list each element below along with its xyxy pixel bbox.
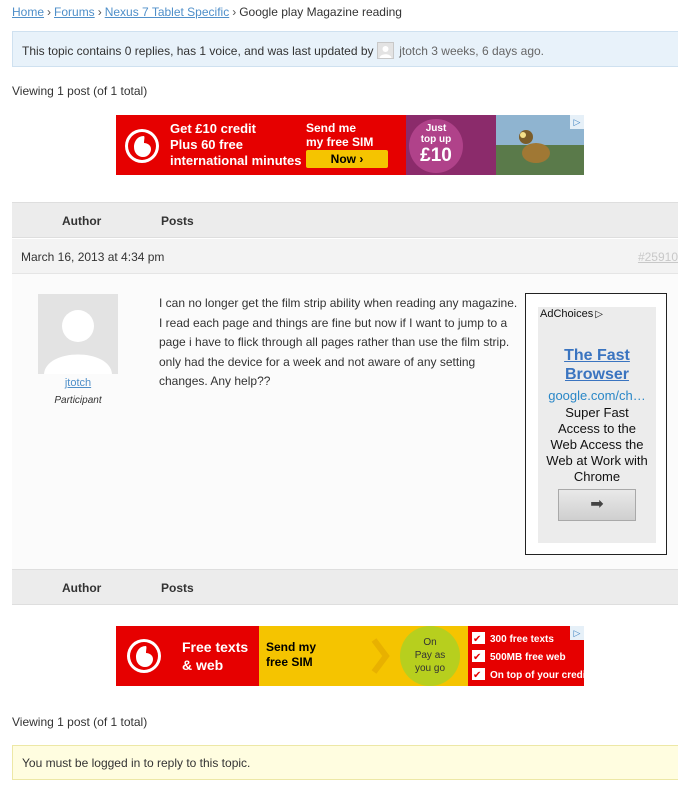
ad-banner-top[interactable]: Get £10 credit Plus 60 free internationa…	[116, 115, 584, 175]
side-ad-arrow-button[interactable]: ➡	[558, 489, 636, 521]
ad-bottom-bubble-line-1: On	[423, 637, 437, 648]
side-ad-text-line: Access to the	[557, 421, 637, 436]
breadcrumb-forum-link[interactable]: Nexus 7 Tablet Specific	[105, 5, 230, 19]
ad-bottom-headline-line-1: Free texts	[182, 639, 249, 655]
breadcrumb-separator: ›	[97, 5, 102, 19]
post-date: March 16, 2013 at 4:34 pm	[21, 250, 165, 264]
side-ad-title-line-2: Browser	[564, 366, 630, 383]
side-ad-title[interactable]: The Fast Browser	[538, 346, 656, 384]
post-content: I can no longer get the film strip abili…	[159, 296, 518, 388]
adchoices-text: AdChoices	[540, 308, 594, 320]
side-ad-text-line: Super Fast	[565, 405, 629, 420]
side-ad-text-line: Chrome	[573, 469, 621, 484]
ad-top-cta-line-2: my free SIM	[306, 135, 374, 149]
ad-choice-icon[interactable]: ▷	[570, 115, 584, 129]
login-required-notice: You must be logged in to reply to this t…	[12, 745, 678, 780]
breadcrumb: Home › Forums › Nexus 7 Tablet Specific › Goog…	[12, 5, 402, 19]
column-author: Author	[62, 581, 102, 595]
side-ad-url[interactable]: google.com/ch…	[543, 388, 651, 403]
breadcrumb-current: Google play Magazine reading	[239, 5, 402, 19]
breadcrumb-home-link[interactable]: Home	[12, 5, 44, 19]
viewing-count-top: Viewing 1 post (of 1 total)	[12, 84, 148, 98]
breadcrumb-separator: ›	[232, 5, 237, 19]
breadcrumb-forums-link[interactable]: Forums	[54, 5, 95, 19]
ad-top-offer-line-3: international minutes	[170, 153, 302, 168]
ad-bottom-cta-line-2: free SIM	[266, 655, 313, 669]
adchoices-icon: ▷	[595, 309, 603, 320]
author-name-link[interactable]: jtotch	[12, 377, 144, 389]
side-ad-title-line-1: The Fast	[564, 347, 630, 364]
post-permalink[interactable]: #25910	[638, 250, 678, 264]
column-posts: Posts	[161, 581, 194, 595]
ad-top-bubble-line-1: Just	[425, 123, 447, 134]
ad-top-offer-line-2: Plus 60 free	[170, 137, 243, 152]
check-icon: ✔	[473, 670, 482, 681]
ad-top-bubble-amount: £10	[420, 145, 452, 166]
ad-bottom-headline-line-2: & web	[182, 657, 224, 673]
ad-top-cta-line-1: Send me	[306, 121, 357, 135]
topic-info-text: This topic contains 0 replies, has 1 voi…	[22, 44, 374, 58]
ad-top-bubble-line-2: top up	[420, 134, 452, 145]
topic-last-updated: 3 weeks, 6 days ago.	[431, 44, 544, 58]
column-author: Author	[62, 214, 102, 228]
check-icon: ✔	[473, 652, 482, 663]
ad-top-offer-line-1: Get £10 credit	[170, 121, 256, 136]
topic-last-user[interactable]: jtotch	[399, 44, 428, 58]
post-header: March 16, 2013 at 4:34 pm #25910	[12, 239, 678, 274]
side-ad[interactable]: AdChoices ▷ The Fast Browser google.com/c…	[525, 293, 667, 555]
ad-bottom-cta-line-1: Send my	[266, 640, 317, 654]
ad-bottom-feature-3: On top of your credit	[490, 670, 584, 681]
ad-top-now-button[interactable]: Now ›	[306, 152, 388, 166]
side-ad-description: Super Fast Access to the Web Access the …	[538, 405, 656, 485]
topic-info-bar: This topic contains 0 replies, has 1 voi…	[12, 31, 678, 67]
post-body: jtotch Participant I can no longer get t…	[12, 274, 678, 569]
column-posts: Posts	[161, 214, 194, 228]
check-icon: ✔	[473, 634, 482, 645]
ad-bottom-bubble-line-2: Pay as	[414, 650, 446, 661]
author-role: Participant	[54, 395, 102, 406]
ad-bottom-bubble-line-3: you go	[414, 663, 446, 674]
ad-bottom-feature-2: 500MB free web	[490, 652, 566, 663]
author-avatar[interactable]	[38, 294, 118, 374]
arrow-right-icon: ➡	[590, 496, 604, 513]
breadcrumb-separator: ›	[47, 5, 52, 19]
side-ad-text-line: Web Access the	[550, 437, 644, 452]
forum-table-footer: Author Posts	[12, 569, 678, 605]
ad-banner-bottom[interactable]: Free texts & web Send my free SIM On Pay…	[116, 626, 584, 686]
ad-choice-icon[interactable]: ▷	[570, 626, 584, 640]
viewing-count-bottom: Viewing 1 post (of 1 total)	[12, 715, 148, 729]
adchoices-label[interactable]: AdChoices ▷	[540, 308, 603, 320]
user-avatar-mini[interactable]	[376, 42, 394, 59]
forum-table-header: Author Posts	[12, 202, 678, 238]
side-ad-text-line: Web at Work with	[546, 453, 648, 468]
side-ad-panel: AdChoices ▷ The Fast Browser google.com/c…	[538, 307, 656, 543]
